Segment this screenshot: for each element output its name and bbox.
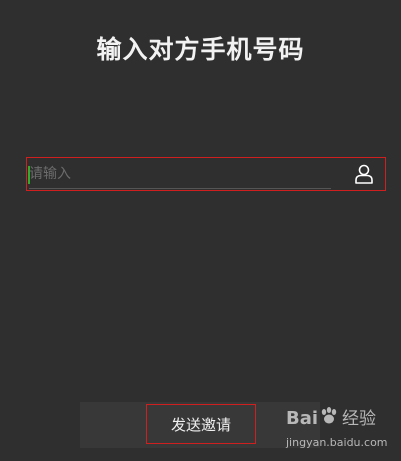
phone-input-row (26, 157, 386, 191)
svg-text:jingyan.baidu.com: jingyan.baidu.com (285, 436, 388, 449)
input-underline (29, 188, 331, 189)
svg-text:经验: 经验 (342, 409, 376, 429)
page-title: 输入对方手机号码 (96, 35, 305, 64)
phone-number-input[interactable] (29, 161, 329, 187)
send-invite-button[interactable]: 发送邀请 (146, 404, 256, 444)
baidu-jingyan-watermark: Bai 经验 jingyan.baidu.com (284, 402, 396, 454)
svg-text:Bai: Bai (286, 408, 318, 429)
contact-person-icon[interactable] (353, 163, 375, 185)
